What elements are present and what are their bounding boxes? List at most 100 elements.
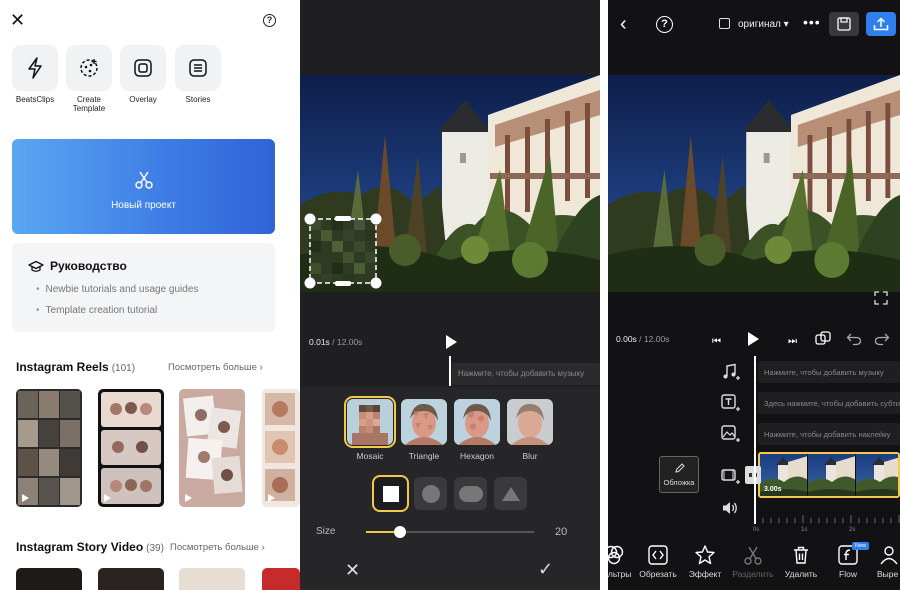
reels-thumbnail[interactable] [179, 389, 245, 507]
close-icon[interactable]: ✕ [10, 11, 26, 29]
aspect-ratio-icon [719, 18, 730, 29]
help-icon[interactable]: ? [656, 16, 673, 33]
music-track[interactable]: Нажмите, чтобы добавить музыку [758, 361, 900, 383]
overlay-icon [120, 45, 166, 91]
ruler-tick: 1s [801, 527, 808, 533]
sticker-track[interactable]: Нажмите, чтобы добавить наклейку [758, 423, 900, 445]
fullscreen-icon[interactable] [874, 291, 888, 305]
add-clip-icon[interactable] [720, 466, 740, 486]
mosaic-editor-panel: 0.01s / 12.00s Нажмите, чтобы добавить м… [300, 0, 600, 590]
toolbar-trim[interactable]: Обрезать [636, 544, 680, 579]
new-project-button[interactable]: Новый проект [12, 139, 275, 234]
tool-create-template[interactable]: Create Template [66, 45, 112, 113]
back-arrow-icon[interactable]: ‹ [620, 14, 627, 34]
story-see-more-link[interactable]: Посмотреть больше › [168, 542, 265, 553]
playback-time: 0.01s / 12.00s [309, 337, 362, 347]
effect-label: Mosaic [356, 451, 384, 461]
story-title: Instagram Story Video [16, 540, 144, 554]
add-music-track[interactable]: Нажмите, чтобы добавить музыку [452, 363, 600, 385]
add-text-icon[interactable] [720, 393, 740, 413]
cancel-icon[interactable]: ✕ [345, 561, 360, 579]
cover-label: Обложка [663, 478, 695, 487]
story-section-title: Instagram Story Video (39) [16, 540, 164, 554]
trim-icon [636, 544, 680, 566]
tool-overlay[interactable]: Overlay [120, 45, 166, 104]
tool-beatsclips[interactable]: BeatsClips [12, 45, 58, 104]
add-music-icon[interactable] [720, 362, 740, 382]
guide-item[interactable]: Newbie tutorials and usage guides [36, 284, 199, 295]
split-icon [731, 544, 775, 566]
shape-circle-button[interactable] [414, 477, 447, 510]
effect-label: Blur [522, 451, 538, 461]
toolbar-effect[interactable]: Эффект [683, 544, 727, 579]
video-preview[interactable] [300, 75, 600, 292]
play-icon[interactable] [748, 330, 759, 346]
shape-triangle-button[interactable] [494, 477, 527, 510]
effect-icon [683, 544, 727, 566]
effect-blur[interactable]: Blur [507, 399, 553, 461]
story-thumbnail[interactable] [16, 568, 82, 590]
shape-rounded-rect-button[interactable] [454, 477, 487, 510]
video-clip[interactable]: 3.00s [758, 452, 900, 498]
total-time: / 12.00s [639, 334, 670, 344]
play-icon [22, 494, 29, 502]
see-more-label: Посмотреть больше [168, 362, 257, 373]
video-preview[interactable] [608, 75, 900, 292]
toolbar-split[interactable]: Разделить [731, 544, 775, 579]
tool-label: Stories [185, 95, 211, 104]
effect-mosaic[interactable]: Mosaic [344, 396, 396, 461]
toolbar-delete[interactable]: Удалить [779, 544, 823, 579]
story-thumbnail[interactable] [98, 568, 164, 590]
skip-forward-icon[interactable]: ⏭ [788, 333, 797, 351]
hexagon-preview [454, 399, 500, 445]
triangle-icon [501, 486, 520, 501]
trim-handle[interactable] [745, 466, 761, 484]
total-time: / 12.00s [332, 337, 363, 347]
export-button[interactable] [866, 12, 896, 36]
current-time: 0.00s [616, 334, 637, 344]
copy-frame-icon[interactable] [815, 331, 831, 347]
play-icon[interactable] [446, 335, 457, 349]
save-button[interactable] [829, 12, 859, 36]
bolt-icon [12, 45, 58, 91]
timeline-editor-panel: ‹ ? оригинал ▾ ••• 0.00s / 12.00s ⏮ ⏭ На… [608, 0, 900, 590]
effect-hexagon[interactable]: Hexagon [454, 399, 500, 461]
subtitle-track[interactable]: Здесь нажмите, чтобы добавить субтитры [758, 392, 900, 414]
story-thumbnail[interactable] [262, 568, 300, 590]
shape-square-button[interactable] [372, 475, 409, 512]
panel-divider [600, 0, 608, 590]
ratio-dropdown[interactable]: оригинал ▾ [719, 18, 789, 30]
effect-triangle[interactable]: Triangle [401, 399, 447, 461]
reels-see-more-link[interactable]: Посмотреть больше › [168, 362, 263, 373]
size-value: 20 [555, 526, 568, 538]
play-icon [268, 494, 275, 502]
guide-card[interactable]: Руководство Newbie tutorials and usage g… [12, 243, 275, 332]
reels-section-title: Instagram Reels (101) [16, 360, 135, 374]
toolbar-cutout[interactable]: Выре [871, 544, 900, 579]
skip-back-icon[interactable]: ⏮ [712, 333, 721, 351]
toolbar-filters[interactable]: Фильтры [608, 544, 636, 579]
add-sticker-icon[interactable] [720, 424, 740, 444]
guide-item[interactable]: Template creation tutorial [36, 305, 158, 316]
tool-label: Create Template [72, 95, 106, 113]
reels-thumbnail[interactable] [98, 389, 164, 507]
mosaic-selection-box[interactable] [304, 213, 384, 289]
effect-label: Triangle [408, 451, 440, 461]
undo-icon[interactable] [846, 332, 862, 346]
playhead[interactable] [449, 356, 451, 386]
slider-knob[interactable] [393, 526, 406, 538]
time-ruler [754, 515, 900, 523]
reels-thumbnail[interactable] [262, 389, 300, 507]
help-icon[interactable]: ? [263, 14, 276, 27]
playhead[interactable] [754, 356, 756, 524]
size-slider[interactable] [366, 526, 534, 538]
tool-stories[interactable]: Stories [175, 45, 221, 104]
more-options-icon[interactable]: ••• [803, 14, 821, 30]
tool-label: BeatsClips [15, 95, 55, 104]
volume-icon[interactable] [720, 498, 740, 518]
story-thumbnail[interactable] [179, 568, 245, 590]
confirm-check-icon[interactable]: ✓ [538, 560, 553, 578]
redo-icon[interactable] [874, 332, 890, 346]
cover-button[interactable]: Обложка [659, 456, 699, 493]
reels-thumbnail[interactable] [16, 389, 82, 507]
